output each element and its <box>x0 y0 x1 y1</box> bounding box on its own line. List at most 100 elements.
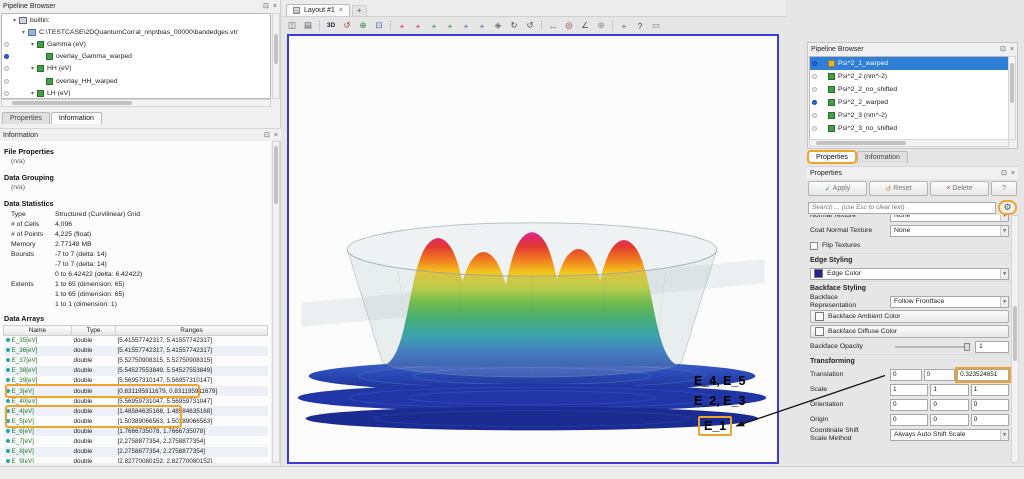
opacity-slider[interactable] <box>895 346 970 348</box>
expander-icon[interactable]: ▾ <box>20 29 27 36</box>
trash-icon[interactable]: ▭ <box>649 19 663 32</box>
layout-tab-close-icon[interactable]: × <box>339 7 343 14</box>
translation-x-input[interactable] <box>890 369 922 381</box>
information-vscrollbar[interactable] <box>272 141 280 463</box>
normal-texture-dropdown[interactable]: None▾ <box>890 215 1009 222</box>
pipeline-item[interactable]: Psi^2_1_warped <box>810 57 1008 70</box>
advanced-properties-gear-button[interactable]: ⚙ <box>998 200 1017 215</box>
data-array-row[interactable]: E_8[eV]double[2.2758877354, 2.2758877354… <box>4 447 268 457</box>
opacity-value-input[interactable]: 1 <box>975 341 1009 353</box>
visibility-toggle[interactable] <box>810 74 819 79</box>
visibility-toggle[interactable] <box>2 91 11 96</box>
visibility-toggle[interactable] <box>810 87 819 92</box>
data-array-row[interactable]: E_39[eV]double[5.56957310147, 5.56957310… <box>4 376 268 386</box>
close-icon[interactable]: × <box>273 3 277 10</box>
data-array-row[interactable]: E_40[eV]double[5.56959731047, 5.56959731… <box>4 396 268 406</box>
coordinate-shift-dropdown[interactable]: Always Auto Shift Scale▾ <box>890 429 1009 441</box>
pipeline-item[interactable]: ▾LH (eV) <box>2 87 270 99</box>
expander-icon[interactable]: ▾ <box>29 90 36 97</box>
data-array-row[interactable]: E_9[eV]double[2.82770080152, 2.827700801… <box>4 457 268 463</box>
data-array-row[interactable]: E_37[eV]double[5.52750908315, 5.52750908… <box>4 356 268 366</box>
undock-icon[interactable]: ⊡ <box>264 132 270 139</box>
data-array-row[interactable]: E_35[eV]double[5.41557742317, 5.41557742… <box>4 336 268 346</box>
orientation-z-input[interactable] <box>971 399 1009 411</box>
flip-textures-checkbox[interactable] <box>810 242 818 250</box>
origin-x-input[interactable] <box>890 414 928 426</box>
view-x-minus-icon[interactable]: + <box>411 19 425 32</box>
properties-vscrollbar[interactable] <box>1011 215 1019 463</box>
tab-information[interactable]: Information <box>857 151 908 163</box>
translation-z-input[interactable] <box>957 369 1009 381</box>
tab-properties[interactable]: Properties <box>2 112 50 124</box>
visibility-toggle[interactable] <box>2 66 11 71</box>
data-array-row[interactable]: E_36[eV]double[5.41557742317, 5.41557742… <box>4 346 268 356</box>
backface-ambient-color-button[interactable]: Backface Ambient Color <box>810 310 1009 323</box>
zoom-to-data-icon[interactable]: ⊕ <box>356 19 370 32</box>
scale-z-input[interactable] <box>971 384 1009 396</box>
origin-z-input[interactable] <box>971 414 1009 426</box>
pipeline-item[interactable]: Psi^2_3 (nm^-2) <box>810 109 1008 122</box>
pipeline-item[interactable]: ▾builtin: <box>2 14 270 26</box>
reset-button[interactable]: ↺Reset <box>869 181 928 196</box>
backface-diffuse-color-button[interactable]: Backface Diffuse Color <box>810 325 1009 338</box>
column-header-ranges[interactable]: Ranges <box>116 326 268 336</box>
delete-button[interactable]: ×Delete <box>930 181 989 196</box>
visibility-toggle[interactable] <box>810 113 819 118</box>
save-screenshot-icon[interactable]: ◫ <box>285 19 299 32</box>
undock-icon[interactable]: ⊡ <box>1001 170 1007 177</box>
add-annotation-icon[interactable]: + <box>617 19 631 32</box>
data-array-row[interactable]: E_5[eV]double[1.50389066563, 1.503890665… <box>4 416 268 426</box>
scroll-thumb[interactable] <box>274 34 278 64</box>
render-viewport[interactable]: E_4, E_5 E_2, E_3 E_1 <box>287 34 779 464</box>
data-array-row[interactable]: E_4[eV]double[1.48584635168, 1.485846351… <box>4 406 268 416</box>
data-array-row[interactable]: E_3[eV]double[0.831195911679, 0.83119591… <box>4 386 268 396</box>
backface-dropdown[interactable]: Follow Frontface▾ <box>890 296 1009 308</box>
pipeline-tree-hscrollbar[interactable] <box>1 99 271 107</box>
visibility-toggle[interactable] <box>2 54 11 59</box>
origin-y-input[interactable] <box>930 414 968 426</box>
pipeline-item[interactable]: ▾C:\TESTCASE\2DQuantumCorral_nnp\bias_00… <box>2 26 270 38</box>
column-header-name[interactable]: Name <box>4 326 72 336</box>
scroll-thumb[interactable] <box>12 101 132 105</box>
orientation-x-input[interactable] <box>890 399 928 411</box>
probe-location-icon[interactable]: ◎ <box>562 19 576 32</box>
pipeline-tree-vscrollbar[interactable] <box>1008 56 1016 140</box>
view-y-minus-icon[interactable]: + <box>443 19 457 32</box>
rotate-90-ccw-icon[interactable]: ↺ <box>523 19 537 32</box>
scroll-thumb[interactable] <box>274 146 278 204</box>
ruler-icon[interactable]: ∠ <box>578 19 592 32</box>
expander-icon[interactable]: ▾ <box>29 65 36 72</box>
close-icon[interactable]: × <box>274 132 278 139</box>
pipeline-item[interactable]: Psi^2_2 (nm^-2) <box>810 70 1008 83</box>
help-button[interactable]: ? <box>991 181 1017 196</box>
pipeline-item[interactable]: Psi^2_2_warped <box>810 96 1008 109</box>
view-y-plus-icon[interactable]: + <box>427 19 441 32</box>
pipeline-item[interactable]: Psi^2_2_no_shifted <box>810 83 1008 96</box>
view-x-plus-icon[interactable]: + <box>395 19 409 32</box>
tab-properties[interactable]: Properties <box>808 151 856 163</box>
pipeline-item[interactable]: Psi^2_3_no_shifted <box>810 122 1008 135</box>
help-icon[interactable]: ? <box>633 19 647 32</box>
capture-view-icon[interactable]: ▤ <box>301 19 315 32</box>
expander-icon[interactable]: ▾ <box>29 41 36 48</box>
slider-handle[interactable] <box>964 343 970 351</box>
pipeline-tree-vscrollbar[interactable] <box>272 13 280 99</box>
scale-x-input[interactable] <box>890 384 928 396</box>
pipeline-item[interactable]: overlay_HH_warped <box>2 75 270 87</box>
edge-color-dropdown[interactable]: Edge Color▾ <box>810 268 1009 280</box>
center-of-rotation-icon[interactable]: ⊕ <box>594 19 608 32</box>
data-array-row[interactable]: E_6[eV]double[1.7666735078, 1.7666735078… <box>4 426 268 436</box>
view-z-plus-icon[interactable]: + <box>459 19 473 32</box>
add-layout-tab-button[interactable]: + <box>352 5 367 16</box>
orientation-y-input[interactable] <box>930 399 968 411</box>
view-z-minus-icon[interactable]: + <box>475 19 489 32</box>
column-header-type[interactable]: Type <box>72 326 116 336</box>
visibility-toggle[interactable] <box>2 42 11 47</box>
pipeline-item[interactable]: overlay_Gamma_warped <box>2 51 270 63</box>
pipeline-item[interactable]: ▾HH (eV) <box>2 63 270 75</box>
scroll-thumb[interactable] <box>1013 306 1017 361</box>
render-mode-3d[interactable]: 3D <box>324 19 338 32</box>
undock-icon[interactable]: ⊡ <box>263 3 269 10</box>
expander-icon[interactable]: ▾ <box>11 17 18 24</box>
tab-information[interactable]: Information <box>51 112 102 124</box>
